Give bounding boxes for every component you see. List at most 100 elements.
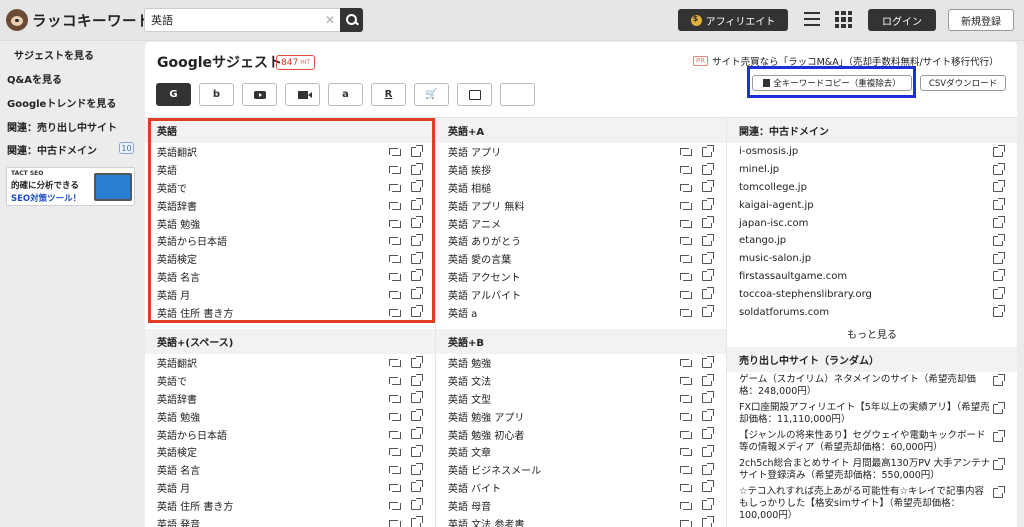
logo[interactable]: ラッコキーワード <box>6 8 152 32</box>
domain-row[interactable]: toccoa-stephenslibrary.org <box>727 285 1017 303</box>
keyword-text[interactable]: 英語 <box>157 162 389 177</box>
site-row[interactable]: FX口座開設アフィリエイト【5年以上の実績アリ】（希望売却価格：11,110,0… <box>727 400 1017 428</box>
swap-icon[interactable] <box>389 272 401 281</box>
keyword-text[interactable]: 英語辞書 <box>157 198 389 213</box>
external-link-icon[interactable] <box>993 251 1005 264</box>
keyword-row[interactable]: 英語 挨拶 <box>436 161 726 179</box>
swap-icon[interactable] <box>680 183 692 192</box>
keyword-text[interactable]: 英語検定 <box>157 251 389 266</box>
keyword-text[interactable]: 英語 月 <box>157 287 389 302</box>
external-link-icon[interactable] <box>702 251 714 264</box>
domain-text[interactable]: toccoa-stephenslibrary.org <box>739 289 993 300</box>
keyword-row[interactable]: 英語 a <box>436 303 726 321</box>
site-text[interactable]: ゲーム（スカイリム）ネタメインのサイト（希望売却価格：248,000円） <box>739 374 993 398</box>
domain-row[interactable]: japan-isc.com <box>727 214 1017 232</box>
external-link-icon[interactable] <box>411 516 423 527</box>
search-input[interactable] <box>145 9 315 31</box>
keyword-row[interactable]: 英語 バイト <box>436 479 726 497</box>
keyword-row[interactable]: 英語検定 <box>145 443 435 461</box>
external-link-icon[interactable] <box>411 444 423 457</box>
external-link-icon[interactable] <box>411 355 423 368</box>
domain-text[interactable]: minel.jp <box>739 164 993 175</box>
keyword-text[interactable]: 英語翻訳 <box>157 355 389 370</box>
external-link-icon[interactable] <box>411 305 423 318</box>
external-link-icon[interactable] <box>993 216 1005 229</box>
external-link-icon[interactable] <box>411 251 423 264</box>
site-text[interactable]: 2ch5ch総合まとめサイト 月間最高130万PV 大手アンテナサイト登録済み（… <box>739 458 993 482</box>
swap-icon[interactable] <box>680 483 692 492</box>
swap-icon[interactable] <box>389 412 401 421</box>
tab-video[interactable] <box>285 83 320 106</box>
keyword-text[interactable]: 英語 愛の言葉 <box>448 251 680 266</box>
keyword-row[interactable]: 英語から日本語 <box>145 232 435 250</box>
swap-icon[interactable] <box>389 201 401 210</box>
keyword-text[interactable]: 英語 名言 <box>157 269 389 284</box>
keyword-text[interactable]: 英語 勉強 アプリ <box>448 409 680 424</box>
keyword-row[interactable]: 英語 月 <box>145 479 435 497</box>
external-link-icon[interactable] <box>702 480 714 493</box>
swap-icon[interactable] <box>389 483 401 492</box>
domain-row[interactable]: i-osmosis.jp <box>727 143 1017 161</box>
keyword-text[interactable]: 英語で <box>157 180 389 195</box>
keyword-row[interactable]: 英語 <box>145 161 435 179</box>
keyword-row[interactable]: 英語 アニメ <box>436 214 726 232</box>
external-link-icon[interactable] <box>702 144 714 157</box>
keyword-text[interactable]: 英語 アニメ <box>448 216 680 231</box>
keyword-row[interactable]: 英語 母音 <box>436 496 726 514</box>
domain-row[interactable]: minel.jp <box>727 161 1017 179</box>
clear-icon[interactable]: ✕ <box>325 13 335 27</box>
keyword-text[interactable]: 英語 勉強 <box>157 216 389 231</box>
external-link-icon[interactable] <box>993 233 1005 246</box>
swap-icon[interactable] <box>389 447 401 457</box>
copy-all-button[interactable]: 全キーワードコピー（重複除去） <box>752 75 912 91</box>
csv-download-button[interactable]: CSVダウンロード <box>920 75 1006 91</box>
keyword-text[interactable]: 英語 バイト <box>448 480 680 495</box>
swap-icon[interactable] <box>680 308 692 317</box>
keyword-row[interactable]: 英語 名言 <box>145 268 435 286</box>
swap-icon[interactable] <box>680 272 692 281</box>
sidebar-item-suggest[interactable]: サジェストを見る <box>14 47 94 62</box>
site-row[interactable]: 【ジャンルの将来性あり】セグウェイや電動キックボード等の情報メディア（希望売却価… <box>727 428 1017 456</box>
tab-bing[interactable]: b <box>199 83 234 106</box>
domain-text[interactable]: firstassaultgame.com <box>739 271 993 282</box>
menu-icon[interactable] <box>804 12 820 26</box>
site-row[interactable]: 2ch5ch総合まとめサイト 月間最高130万PV 大手アンテナサイト登録済み（… <box>727 456 1017 484</box>
external-link-icon[interactable] <box>702 233 714 246</box>
swap-icon[interactable] <box>680 358 692 368</box>
keyword-row[interactable]: 英語 文法 <box>436 372 726 390</box>
domain-row[interactable]: music-salon.jp <box>727 250 1017 268</box>
swap-icon[interactable] <box>389 358 401 368</box>
keyword-text[interactable]: 英語 勉強 初心者 <box>448 427 680 442</box>
swap-icon[interactable] <box>680 447 692 457</box>
keyword-text[interactable]: 英語 文法 <box>448 373 680 388</box>
keyword-text[interactable]: 英語 ありがとう <box>448 233 680 248</box>
swap-icon[interactable] <box>680 412 692 421</box>
external-link-icon[interactable] <box>411 198 423 211</box>
external-link-icon[interactable] <box>702 162 714 175</box>
keyword-text[interactable]: 英語から日本語 <box>157 427 389 442</box>
external-link-icon[interactable] <box>993 162 1005 175</box>
keyword-text[interactable]: 英語 母音 <box>448 498 680 513</box>
search-button[interactable] <box>340 8 363 32</box>
keyword-text[interactable]: 英語で <box>157 373 389 388</box>
external-link-icon[interactable] <box>702 427 714 440</box>
keyword-text[interactable]: 英語 相槌 <box>448 180 680 195</box>
keyword-text[interactable]: 英語翻訳 <box>157 144 389 159</box>
keyword-row[interactable]: 英語 住所 書き方 <box>145 496 435 514</box>
external-link-icon[interactable] <box>411 216 423 229</box>
swap-icon[interactable] <box>680 465 692 475</box>
keyword-row[interactable]: 英語 文章 <box>436 443 726 461</box>
swap-icon[interactable] <box>680 290 692 299</box>
swap-icon[interactable] <box>680 394 692 403</box>
external-link-icon[interactable] <box>993 485 1005 498</box>
keyword-text[interactable]: 英語 月 <box>157 480 389 495</box>
swap-icon[interactable] <box>389 519 401 527</box>
external-link-icon[interactable] <box>702 373 714 386</box>
swap-icon[interactable] <box>389 308 401 317</box>
tab-shopping[interactable]: 🛒 <box>414 83 449 106</box>
keyword-row[interactable]: 英語 名言 <box>145 461 435 479</box>
external-link-icon[interactable] <box>993 287 1005 300</box>
external-link-icon[interactable] <box>702 516 714 527</box>
apps-grid-icon[interactable] <box>835 11 852 28</box>
sidebar-item-trends[interactable]: Googleトレンドを見る <box>7 95 116 110</box>
